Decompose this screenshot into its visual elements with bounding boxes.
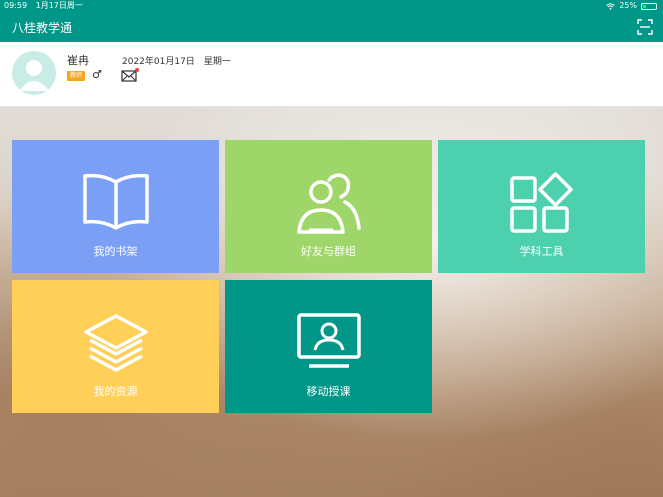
layers-icon bbox=[83, 314, 148, 372]
tile-my-bookshelf[interactable]: 我的书架 bbox=[12, 140, 219, 273]
role-badge: 教师 bbox=[67, 71, 86, 81]
scan-icon[interactable] bbox=[637, 19, 653, 35]
weekday-text: 星期一 bbox=[203, 57, 231, 67]
screen-presenter-icon bbox=[296, 313, 361, 368]
book-icon bbox=[82, 173, 149, 230]
wifi-icon bbox=[606, 2, 616, 10]
tile-label: 好友与群组 bbox=[301, 245, 356, 258]
tile-subject-tools[interactable]: 学科工具 bbox=[438, 140, 645, 273]
app-bar: 八桂教学通 bbox=[0, 12, 663, 42]
tile-friends-groups[interactable]: 好友与群组 bbox=[225, 140, 432, 273]
tile-label: 我的资源 bbox=[93, 385, 138, 398]
status-date: 1月17日周一 bbox=[35, 1, 83, 10]
battery-icon bbox=[641, 2, 657, 10]
tile-label: 移动授课 bbox=[306, 385, 351, 398]
app-title: 八桂教学通 bbox=[12, 21, 73, 35]
tile-label: 我的书架 bbox=[93, 245, 138, 258]
notification-dot bbox=[135, 68, 139, 72]
battery-percent: 25% bbox=[619, 1, 637, 10]
gender-icon: ♂ bbox=[92, 68, 102, 81]
friends-group-icon bbox=[296, 173, 361, 234]
tile-my-resources[interactable]: 我的资源 bbox=[12, 280, 219, 413]
tile-label: 学科工具 bbox=[519, 245, 564, 258]
avatar[interactable] bbox=[12, 51, 56, 95]
current-date: 2022年01月17日 星期一 bbox=[122, 54, 231, 67]
tile-mobile-teaching[interactable]: 移动授课 bbox=[225, 280, 432, 413]
profile-header: 崔冉 教师 ♂ 2022年01月17日 星期一 bbox=[0, 42, 663, 107]
tools-grid-icon bbox=[509, 172, 573, 233]
date-text: 2022年01月17日 bbox=[122, 57, 195, 67]
user-name: 崔冉 bbox=[67, 54, 89, 67]
status-bar: 09:59 1月17日周一 25% bbox=[0, 0, 663, 12]
user-avatar-icon bbox=[19, 60, 49, 91]
status-time: 09:59 bbox=[4, 1, 28, 10]
